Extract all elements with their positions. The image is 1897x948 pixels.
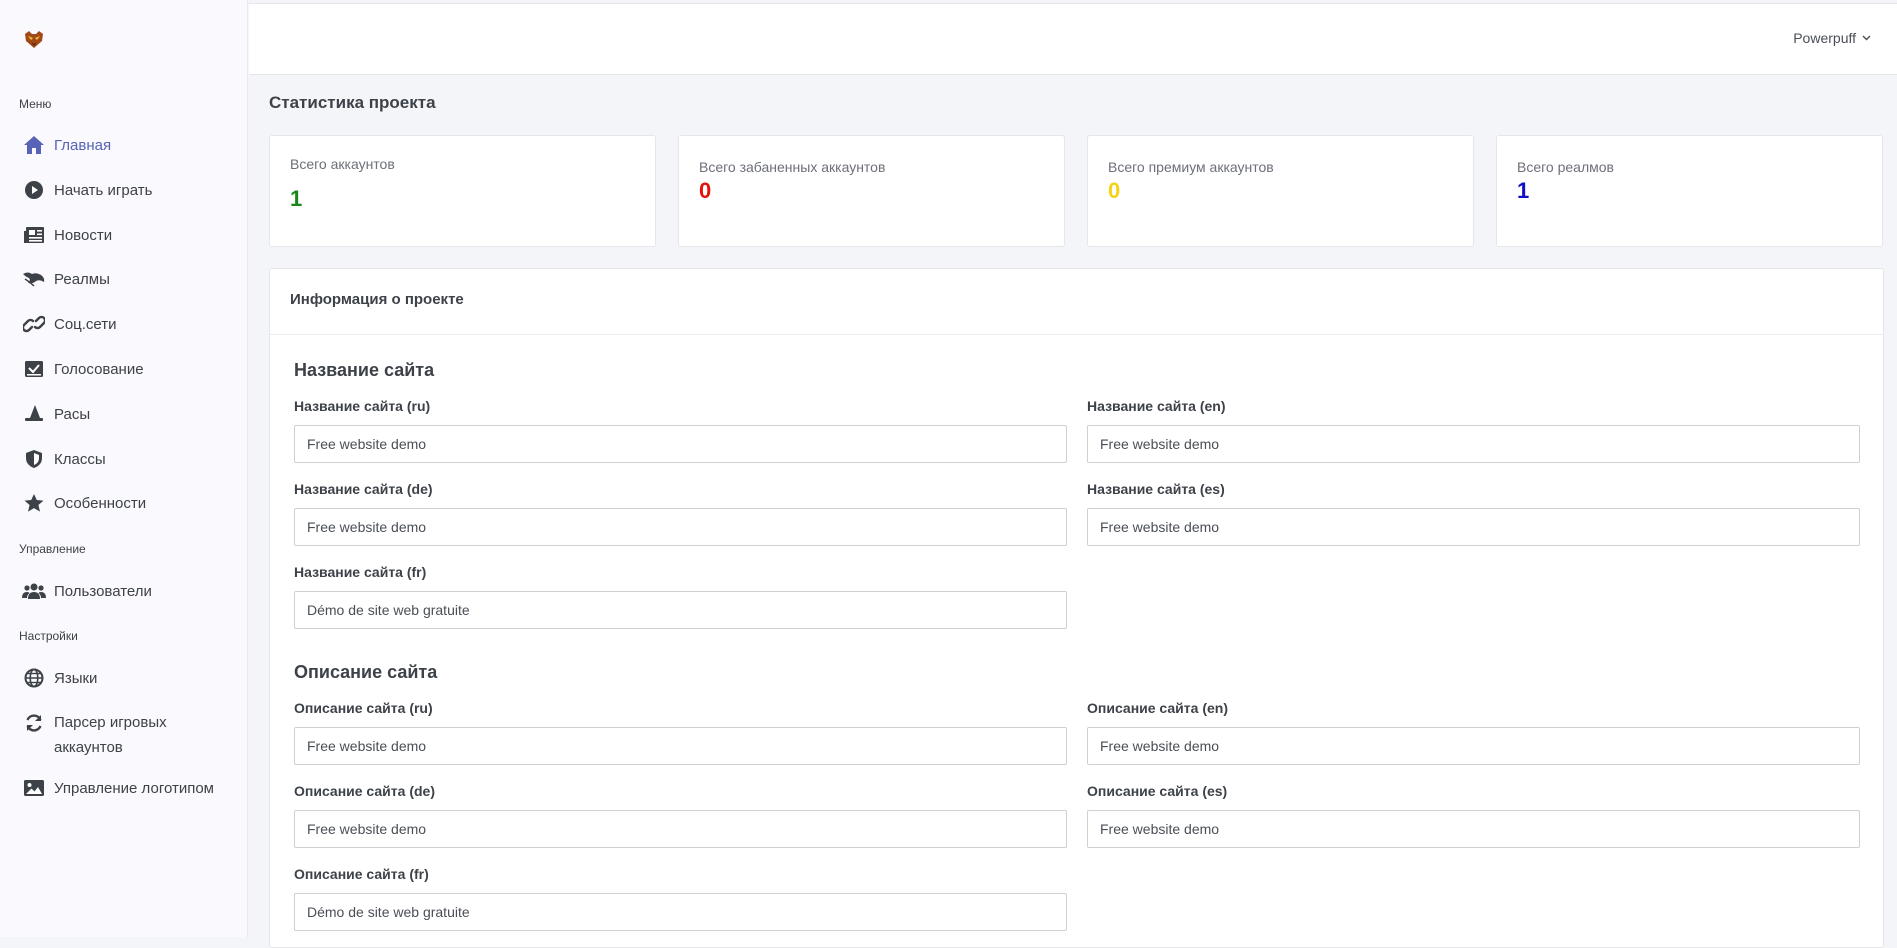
sidebar-item-label: Начать играть bbox=[54, 181, 153, 199]
site-name-en-label: Название сайта (en) bbox=[1087, 398, 1226, 414]
user-name: Powerpuff bbox=[1793, 30, 1856, 46]
vote-box-icon bbox=[22, 358, 46, 380]
stat-label: Всего реалмов bbox=[1517, 159, 1614, 175]
globe-icon bbox=[22, 667, 46, 689]
sidebar-item-label: Особенности bbox=[54, 494, 147, 512]
shield-icon bbox=[22, 448, 46, 470]
site-name-fr-label: Название сайта (fr) bbox=[294, 564, 427, 580]
project-info-title: Информация о проекте bbox=[270, 269, 1883, 335]
sidebar-item-logo-management[interactable]: Управление логотипом bbox=[22, 777, 214, 799]
sidebar-item-home[interactable]: Главная bbox=[22, 134, 111, 156]
sidebar: Меню Главная Начать играть Новости Реалм… bbox=[0, 0, 248, 937]
sidebar-item-label: Главная bbox=[54, 136, 112, 154]
stat-value: 1 bbox=[290, 186, 303, 211]
sidebar-item-users[interactable]: Пользователи bbox=[22, 580, 152, 602]
site-description-fr-input[interactable] bbox=[294, 893, 1067, 931]
sidebar-item-races[interactable]: Расы bbox=[22, 403, 90, 425]
site-name-es-label: Название сайта (es) bbox=[1087, 481, 1225, 497]
sidebar-item-account-parser[interactable]: Парсер игровых аккаунтов bbox=[22, 710, 204, 760]
stat-card-realms: Всего реалмов 1 bbox=[1496, 135, 1883, 247]
sidebar-section-settings: Настройки bbox=[19, 629, 78, 643]
star-icon bbox=[22, 492, 46, 514]
site-name-en-input[interactable] bbox=[1087, 425, 1860, 463]
sidebar-item-label: Голосование bbox=[54, 360, 144, 378]
sidebar-item-social[interactable]: Соц.сети bbox=[22, 313, 117, 335]
play-circle-icon bbox=[22, 179, 46, 201]
stat-label: Всего забаненных аккаунтов bbox=[699, 159, 886, 175]
sidebar-item-label: Расы bbox=[54, 405, 91, 423]
site-description-es-input[interactable] bbox=[1087, 810, 1860, 848]
stat-label: Всего аккаунтов bbox=[290, 156, 395, 172]
site-description-ru-label: Описание сайта (ru) bbox=[294, 700, 433, 716]
site-description-de-input[interactable] bbox=[294, 810, 1067, 848]
stat-card-accounts: Всего аккаунтов 1 bbox=[269, 135, 656, 247]
sidebar-item-features[interactable]: Особенности bbox=[22, 492, 146, 514]
stat-card-premium-accounts: Всего премиум аккаунтов 0 bbox=[1087, 135, 1474, 247]
sidebar-item-start-playing[interactable]: Начать играть bbox=[22, 179, 152, 201]
site-name-fr-input[interactable] bbox=[294, 591, 1067, 629]
stat-value: 1 bbox=[1517, 178, 1530, 203]
home-icon bbox=[22, 134, 46, 156]
sidebar-section-management: Управление bbox=[19, 542, 86, 556]
dragon-icon bbox=[22, 268, 46, 290]
sidebar-item-news[interactable]: Новости bbox=[22, 224, 112, 246]
site-description-en-input[interactable] bbox=[1087, 727, 1860, 765]
link-icon bbox=[22, 313, 46, 335]
site-name-de-input[interactable] bbox=[294, 508, 1067, 546]
stat-value: 0 bbox=[1108, 178, 1121, 203]
sidebar-item-label: Классы bbox=[54, 450, 106, 468]
user-menu[interactable]: Powerpuff bbox=[1793, 30, 1871, 46]
users-icon bbox=[22, 580, 46, 602]
stat-value: 0 bbox=[699, 178, 712, 203]
sidebar-item-label: Языки bbox=[54, 669, 98, 687]
image-icon bbox=[22, 777, 46, 799]
top-bar: Powerpuff bbox=[249, 3, 1897, 75]
site-name-de-label: Название сайта (de) bbox=[294, 481, 433, 497]
site-name-es-input[interactable] bbox=[1087, 508, 1860, 546]
site-description-section-title: Описание сайта bbox=[294, 662, 438, 682]
site-name-ru-input[interactable] bbox=[294, 425, 1067, 463]
wizard-hat-icon bbox=[22, 403, 46, 425]
page-title: Статистика проекта bbox=[269, 93, 436, 112]
logo-icon[interactable] bbox=[23, 28, 45, 50]
sidebar-item-label: Парсер игровых аккаунтов bbox=[54, 714, 167, 756]
site-name-ru-label: Название сайта (ru) bbox=[294, 398, 431, 414]
sidebar-item-label: Пользователи bbox=[54, 582, 152, 600]
sidebar-item-languages[interactable]: Языки bbox=[22, 667, 97, 689]
sync-icon bbox=[22, 712, 46, 734]
sidebar-item-label: Управление логотипом bbox=[54, 779, 214, 797]
newspaper-icon bbox=[22, 224, 46, 246]
site-description-fr-label: Описание сайта (fr) bbox=[294, 866, 429, 882]
sidebar-item-label: Соц.сети bbox=[54, 315, 117, 333]
sidebar-item-realms[interactable]: Реалмы bbox=[22, 268, 110, 290]
project-info-panel: Информация о проекте Название сайта Назв… bbox=[269, 268, 1884, 948]
site-name-section-title: Название сайта bbox=[294, 360, 435, 380]
chevron-down-icon bbox=[1862, 33, 1871, 44]
sidebar-item-label: Реалмы bbox=[54, 270, 110, 288]
sidebar-item-classes[interactable]: Классы bbox=[22, 448, 106, 470]
stat-card-banned-accounts: Всего забаненных аккаунтов 0 bbox=[678, 135, 1065, 247]
site-description-en-label: Описание сайта (en) bbox=[1087, 700, 1228, 716]
site-description-de-label: Описание сайта (de) bbox=[294, 783, 435, 799]
sidebar-item-voting[interactable]: Голосование bbox=[22, 358, 144, 380]
stat-label: Всего премиум аккаунтов bbox=[1108, 159, 1274, 175]
site-description-es-label: Описание сайта (es) bbox=[1087, 783, 1228, 799]
sidebar-item-label: Новости bbox=[54, 226, 113, 244]
sidebar-section-menu: Меню bbox=[19, 97, 52, 111]
site-description-ru-input[interactable] bbox=[294, 727, 1067, 765]
